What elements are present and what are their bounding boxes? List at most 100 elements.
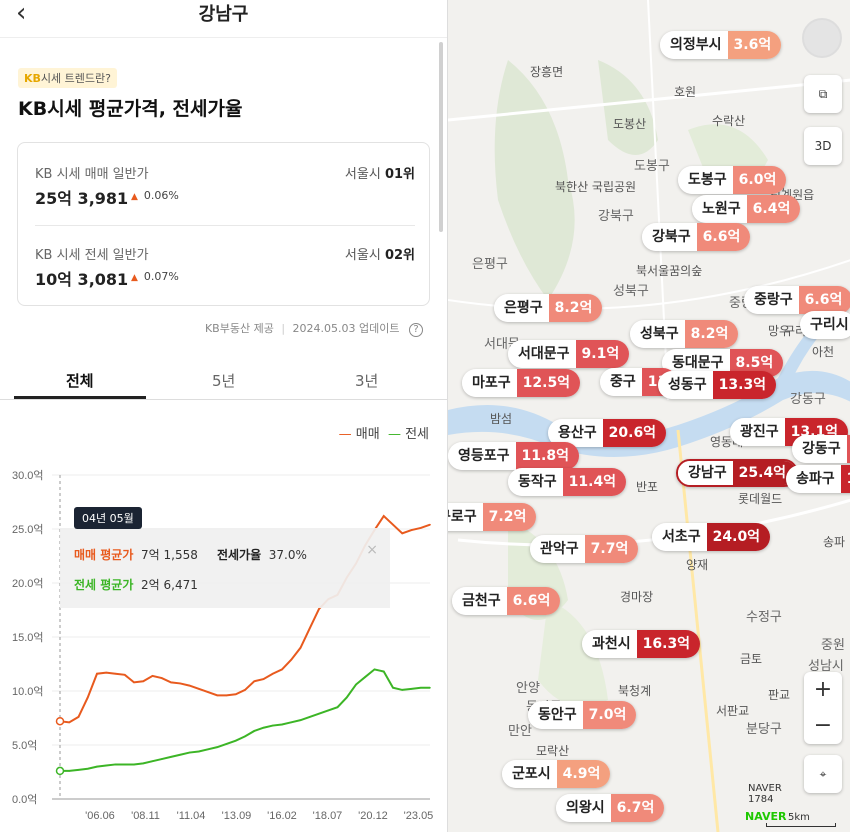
data-point (77, 769, 80, 771)
data-point (244, 735, 246, 738)
map-label: 금토 (740, 652, 763, 666)
scrollbar[interactable] (439, 42, 443, 232)
tooltip-jeonse: 전세 평균가 2억 6,471 (74, 578, 198, 592)
tab-all[interactable]: 전체 (66, 370, 94, 391)
kb-trend-help-link[interactable]: KB시세 트렌드란? (18, 68, 117, 88)
district-pin[interactable]: 영등포구 11.8억 (448, 442, 579, 470)
district-pin[interactable]: 서초구 24.0억 (652, 523, 771, 551)
close-icon[interactable]: × (366, 542, 378, 558)
data-point (179, 753, 182, 756)
data-point (299, 647, 302, 649)
data-point (318, 712, 320, 715)
data-point (68, 721, 71, 724)
data-point (429, 686, 431, 689)
data-point (401, 532, 404, 535)
x-tick-label: '06.06 (85, 810, 115, 822)
source-provider: KB부동산 제공 (204, 322, 274, 335)
data-point (327, 709, 330, 712)
data-point (373, 668, 376, 671)
district-pin[interactable]: 노원구 6.4억 (692, 195, 801, 223)
sale-rank: 서울시 01위 (344, 167, 415, 182)
3d-toggle-button[interactable]: 3D (804, 127, 842, 165)
district-pin[interactable]: 도봉구 6.0억 (678, 166, 787, 194)
series-line-전세 (60, 668, 430, 772)
district-pin[interactable]: 마포구 12.5억 (462, 369, 581, 397)
district-pin[interactable]: 구로구7.2억 (448, 503, 537, 531)
x-tick-label: '13.09 (222, 810, 252, 822)
price-chart[interactable]: 0.0억 5.0억 10.0억 15.0억 20.0억 25.0억 30.0억 '06.06 '… (0, 455, 447, 832)
district-pin[interactable]: 강동구 (792, 435, 850, 463)
zoom-out-button[interactable]: − (804, 708, 842, 744)
layers-button[interactable]: ⧉ (804, 75, 842, 113)
info-icon[interactable]: ? (409, 323, 423, 337)
data-point (105, 671, 108, 674)
naver-stamp: NAVER 1784 (748, 783, 782, 805)
jeonse-label: KB 시세 전세 일반가 (35, 248, 149, 263)
data-point (105, 764, 108, 767)
district-pin[interactable]: 의왕시 6.7억 (556, 794, 665, 822)
data-point (114, 763, 117, 766)
district-pin[interactable]: 성동구 13.3억 (658, 371, 777, 399)
y-tick-label: 20.0억 (12, 577, 44, 590)
data-point (299, 719, 302, 721)
district-pin[interactable]: 동작구 11.4억 (508, 468, 627, 496)
district-pin[interactable]: 관악구 7.7억 (530, 535, 639, 563)
data-point (253, 680, 256, 683)
legend-sale: 매매 (355, 427, 380, 442)
locate-me-button[interactable]: ⌖ (804, 755, 842, 793)
map-label: 북서울꿈의숲 (636, 264, 703, 278)
data-point (262, 726, 265, 729)
price-summary-card: KB 시세 매매 일반가 25억 3,981 ▲ 0.06% 서울시 01위 KB… (17, 142, 430, 306)
district-pin[interactable]: 과천시 16.3억 (582, 630, 701, 658)
data-point (68, 770, 71, 772)
data-point (197, 750, 200, 753)
district-pin[interactable]: 의정부시 3.6억 (660, 31, 782, 59)
y-tick-label: 10.0억 (12, 685, 44, 698)
map-label: 경마장 (620, 590, 654, 604)
zoom-control: + − (804, 672, 842, 744)
district-pin[interactable]: 서대문구 9.1억 (508, 340, 630, 368)
data-point (392, 523, 394, 526)
crosshair-icon: ⌖ (819, 766, 827, 781)
map-label: 반포 (636, 480, 659, 494)
district-pin[interactable]: 성북구 8.2억 (630, 320, 739, 348)
map-label: 송파 (823, 535, 846, 549)
section-heading: KB시세 평균가격, 전세가율 (18, 98, 243, 120)
map-label: 판교 (768, 688, 791, 702)
district-pin[interactable]: 은평구 8.2억 (494, 294, 603, 322)
data-point (123, 763, 126, 766)
tooltip-sale: 매매 평균가 7억 1,558 전세가율 37.0% (74, 548, 307, 562)
map-view[interactable]: 장흥면 호원 도봉산 수락산 북한산 국립공원 도봉구 별내 퇴계원읍 강북구 … (447, 0, 850, 832)
user-avatar-button[interactable] (802, 18, 842, 58)
x-tick-label: '20.12 (358, 810, 388, 822)
district-pin[interactable]: 중랑구 6.6억 (744, 286, 850, 314)
layers-icon: ⧉ (818, 86, 828, 101)
tab-3y[interactable]: 3년 (355, 370, 378, 391)
data-point (281, 723, 283, 726)
district-pin[interactable]: 군포시 4.9억 (502, 760, 611, 788)
map-label: 아천 (812, 345, 835, 359)
data-point (419, 527, 422, 529)
data-point (133, 681, 135, 684)
district-pin[interactable]: 강북구 6.6억 (642, 223, 751, 251)
district-pin[interactable]: 송파구17.3 (786, 465, 850, 493)
tab-5y[interactable]: 5년 (212, 370, 235, 391)
zoom-in-button[interactable]: + (804, 672, 842, 708)
district-pin[interactable]: 동안구 7.0억 (528, 701, 637, 729)
map-label: 서판교 (716, 704, 750, 718)
map-label: 밤섬 (490, 412, 513, 426)
y-tick-label: 0.0억 (12, 793, 37, 806)
map-label: 도봉산 (613, 117, 647, 131)
district-pin-selected[interactable]: 강남구 25.4억 (676, 459, 799, 487)
data-point (142, 762, 145, 765)
scale-bar (766, 823, 836, 827)
data-point (429, 523, 431, 526)
legend-jeonse: 전세 (405, 427, 429, 442)
district-pin[interactable]: 금천구 6.6억 (452, 587, 561, 615)
data-point (364, 676, 367, 678)
data-point (96, 765, 98, 768)
legend-jeonse-marker: — (387, 427, 401, 442)
up-triangle-icon: ▲ (131, 273, 138, 283)
district-pin[interactable]: 구리시 (800, 311, 850, 339)
data-point (401, 689, 404, 691)
